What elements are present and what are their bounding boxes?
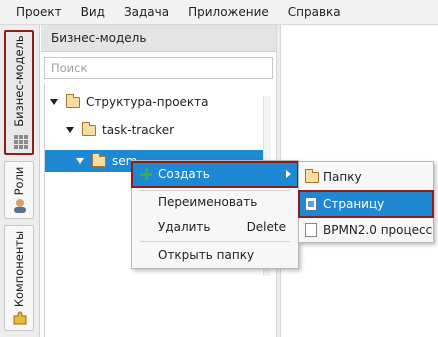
menu-view[interactable]: Вид: [73, 0, 113, 25]
folder-icon: [82, 121, 96, 136]
menu-item-delete[interactable]: Удалить Delete: [132, 215, 298, 239]
folder-icon: [305, 169, 319, 183]
tab-roles[interactable]: Роли: [4, 161, 34, 219]
menu-task[interactable]: Задача: [116, 0, 177, 25]
submenu-item-bpmn[interactable]: BPMN2.0 процесс: [299, 217, 433, 243]
side-tab-strip: Бизнес-модель Роли Компоненты: [0, 25, 40, 337]
tab-business-model-label: Бизнес-модель: [12, 35, 26, 127]
menu-help[interactable]: Справка: [280, 0, 349, 25]
panel-title: Бизнес-модель: [41, 25, 276, 52]
menu-item-create-label: Создать: [158, 167, 210, 181]
expand-arrow-icon[interactable]: [66, 127, 74, 133]
submenu-item-page[interactable]: Страницу: [298, 190, 434, 218]
search-input[interactable]: [44, 57, 273, 79]
menu-item-rename-label: Переименовать: [158, 195, 258, 209]
tree-node-selected[interactable]: sem: [76, 151, 137, 171]
submenu-arrow-icon: [286, 170, 291, 178]
grid-icon: [14, 135, 28, 149]
menu-separator: [140, 241, 290, 242]
submenu-item-page-label: Страницу: [323, 197, 385, 211]
menu-project[interactable]: Проект: [8, 0, 70, 25]
tab-components-label: Компоненты: [12, 230, 26, 308]
tree-node-label: task-tracker: [102, 123, 175, 137]
tab-business-model[interactable]: Бизнес-модель: [4, 30, 34, 155]
puzzle-icon: [13, 311, 27, 325]
menu-item-delete-label: Удалить: [158, 220, 211, 234]
bpmn-icon: [305, 223, 317, 237]
tree-node-task-tracker[interactable]: task-tracker: [66, 120, 174, 140]
delete-shortcut: Delete: [246, 220, 286, 234]
expand-arrow-icon[interactable]: [50, 99, 58, 105]
tree-node-label: Структура-проекта: [86, 95, 209, 109]
menu-item-open-folder[interactable]: Открыть папку: [132, 243, 298, 267]
submenu-item-bpmn-label: BPMN2.0 процесс: [323, 223, 433, 237]
menu-item-open-folder-label: Открыть папку: [158, 248, 255, 262]
plus-icon: [140, 168, 152, 180]
submenu-item-folder[interactable]: Папку: [299, 164, 433, 190]
menu-item-create[interactable]: Создать: [131, 161, 299, 188]
tab-components[interactable]: Компоненты: [4, 225, 34, 331]
tab-roles-label: Роли: [12, 166, 26, 196]
page-icon: [305, 197, 317, 211]
context-menu: Создать Переименовать Удалить Delete Отк…: [131, 160, 299, 269]
menu-application[interactable]: Приложение: [180, 0, 277, 25]
user-icon: [14, 199, 26, 213]
menu-bar: Проект Вид Задача Приложение Справка: [0, 0, 438, 25]
tree-node-root[interactable]: Структура-проекта: [50, 92, 209, 112]
menu-item-rename[interactable]: Переименовать: [132, 190, 298, 214]
submenu-item-folder-label: Папку: [323, 170, 362, 184]
folder-icon: [66, 93, 80, 108]
expand-arrow-icon[interactable]: [76, 158, 84, 164]
create-submenu: Папку Страницу BPMN2.0 процесс: [298, 161, 434, 243]
folder-icon: [92, 152, 106, 167]
